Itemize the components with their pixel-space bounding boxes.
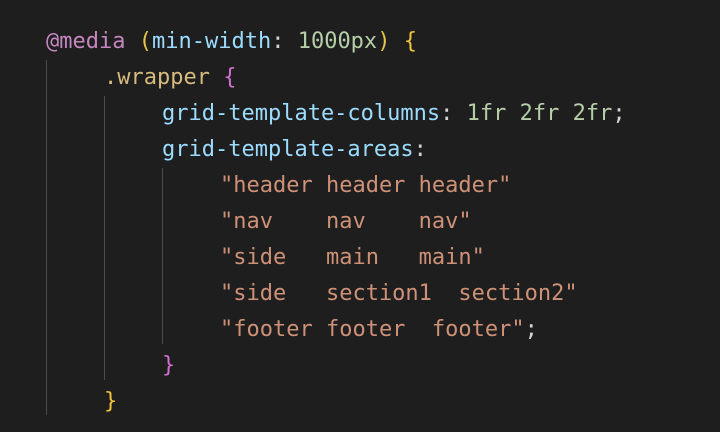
- code-line-11[interactable]: }: [104, 384, 117, 420]
- open-brace: {: [223, 65, 237, 90]
- string-value: "side section1 section2": [220, 281, 578, 306]
- at-rule: @media: [46, 29, 126, 54]
- indent-guide: [162, 168, 163, 344]
- close-brace: }: [104, 389, 118, 414]
- code-line-5[interactable]: "header header header": [220, 168, 511, 204]
- semicolon: ;: [612, 101, 626, 126]
- media-value: 1000px: [297, 29, 378, 54]
- code-line-8[interactable]: "side section1 section2": [220, 276, 578, 312]
- colon: :: [440, 101, 454, 126]
- media-feature: min-width: [151, 29, 272, 54]
- code-editor[interactable]: @media (min-width: 1000px) { .wrapper { …: [0, 0, 720, 432]
- code-line-10[interactable]: }: [162, 348, 175, 384]
- property-name: grid-template-areas: [162, 137, 414, 162]
- close-paren: ): [377, 29, 391, 54]
- string-value: "header header header": [220, 173, 512, 198]
- code-line-3[interactable]: grid-template-columns: 1fr 2fr 2fr;: [162, 96, 626, 132]
- code-line-1[interactable]: @media (min-width: 1000px) {: [46, 24, 417, 60]
- indent-guide: [46, 60, 47, 415]
- string-value: "nav nav nav": [220, 209, 472, 234]
- string-value: "footer footer footer": [220, 317, 525, 342]
- selector: .wrapper: [104, 65, 210, 90]
- open-brace: {: [403, 29, 417, 54]
- colon: :: [271, 29, 285, 54]
- code-line-4[interactable]: grid-template-areas:: [162, 132, 427, 168]
- code-line-9[interactable]: "footer footer footer";: [220, 312, 538, 348]
- colon: :: [413, 137, 427, 162]
- property-name: grid-template-columns: [162, 101, 441, 126]
- open-paren: (: [138, 29, 152, 54]
- close-brace: }: [162, 353, 176, 378]
- string-value: "side main main": [220, 245, 485, 270]
- code-line-7[interactable]: "side main main": [220, 240, 485, 276]
- semicolon: ;: [524, 317, 538, 342]
- property-value: 1fr 2fr 2fr: [466, 101, 613, 126]
- indent-guide: [104, 96, 105, 380]
- code-line-2[interactable]: .wrapper {: [104, 60, 236, 96]
- code-line-6[interactable]: "nav nav nav": [220, 204, 472, 240]
